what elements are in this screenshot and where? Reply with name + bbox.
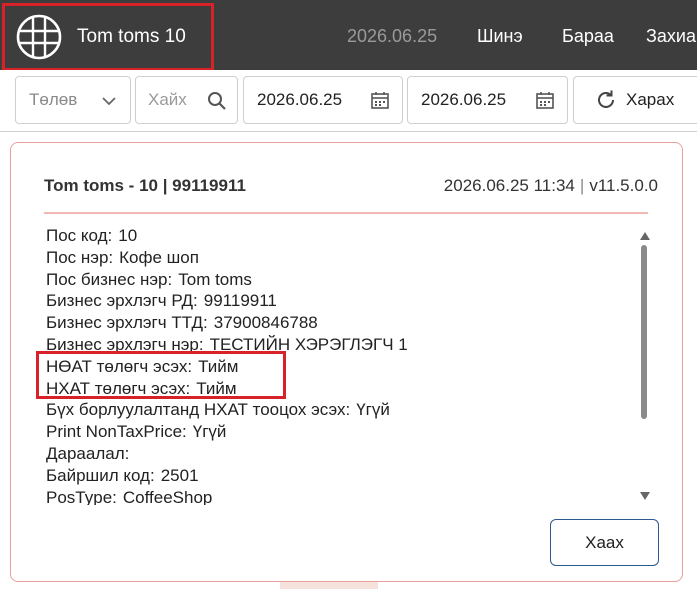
info-row-business-name: Пос бизнес нэр: Tom toms [46, 269, 252, 289]
dialog-datetime: 2026.06.25 11:34 [443, 176, 575, 195]
nav-orders[interactable]: Захиа [646, 26, 696, 47]
date-to-field[interactable]: 2026.06.25 [407, 76, 568, 124]
status-select-value: Төлөв [29, 90, 78, 109]
info-row-all-sales-city-tax: Бүх борлуулалтанд НХАТ тооцох эсэх: Үгүй [46, 400, 390, 420]
top-bar: Tom toms 10 2026.06.25 Шинэ Бараа Захиа [0, 0, 697, 71]
brand-button[interactable]: Tom toms 10 [2, 3, 214, 71]
nav-products[interactable]: Бараа [562, 26, 614, 47]
nav-new[interactable]: Шинэ [477, 26, 523, 47]
info-row-business-tin: Бизнес эрхлэгч ТТД: 37900846788 [46, 313, 318, 333]
search-icon [208, 92, 226, 110]
info-row-location-code: Байршил код: 2501 [46, 465, 199, 485]
chevron-down-icon [102, 97, 116, 106]
dialog-title: Tom toms - 10 | 99119911 [44, 176, 246, 195]
info-row-pos-type: PosType: CoffeeShop [46, 487, 213, 505]
view-button-label: Харах [626, 90, 675, 109]
search-box[interactable] [135, 76, 238, 124]
filter-toolbar: Төлөв 2026.06.25 2026.06.25 [0, 70, 697, 132]
calendar-icon[interactable] [370, 90, 390, 110]
info-row-pos-name: Пос нэр: Кофе шоп [46, 247, 199, 267]
status-select[interactable]: Төлөв [15, 76, 131, 124]
scrollbar-thumb[interactable] [641, 245, 647, 419]
info-row-print-nontax: Print NonTaxPrice: Үгүй [46, 422, 227, 442]
date-from-value: 2026.06.25 [257, 90, 343, 109]
date-from-field[interactable]: 2026.06.25 [243, 76, 403, 124]
globe-logo-icon [16, 14, 62, 60]
highlight-box [36, 351, 286, 399]
search-input[interactable] [148, 90, 208, 110]
info-row-sequence: Дараалал: [46, 443, 130, 463]
refresh-icon [598, 90, 614, 108]
brand-name: Tom toms 10 [77, 26, 186, 47]
view-button[interactable]: Харах [573, 76, 697, 124]
dialog-divider [44, 212, 648, 214]
info-row-business-reg: Бизнес эрхлэгч РД: 99119911 [46, 291, 277, 311]
date-to-value: 2026.06.25 [421, 90, 507, 109]
calendar-icon[interactable] [535, 90, 555, 110]
dialog-meta: 2026.06.25 11:34 | v11.5.0.0 [443, 176, 658, 195]
scroll-up-icon[interactable] [639, 231, 651, 241]
info-row-pos-code: Пос код: 10 [46, 226, 138, 245]
header-date: 2026.06.25 [347, 26, 438, 46]
scroll-down-icon[interactable] [639, 491, 651, 501]
dialog-version: v11.5.0.0 [589, 176, 658, 195]
close-button[interactable]: Хаах [550, 519, 659, 566]
